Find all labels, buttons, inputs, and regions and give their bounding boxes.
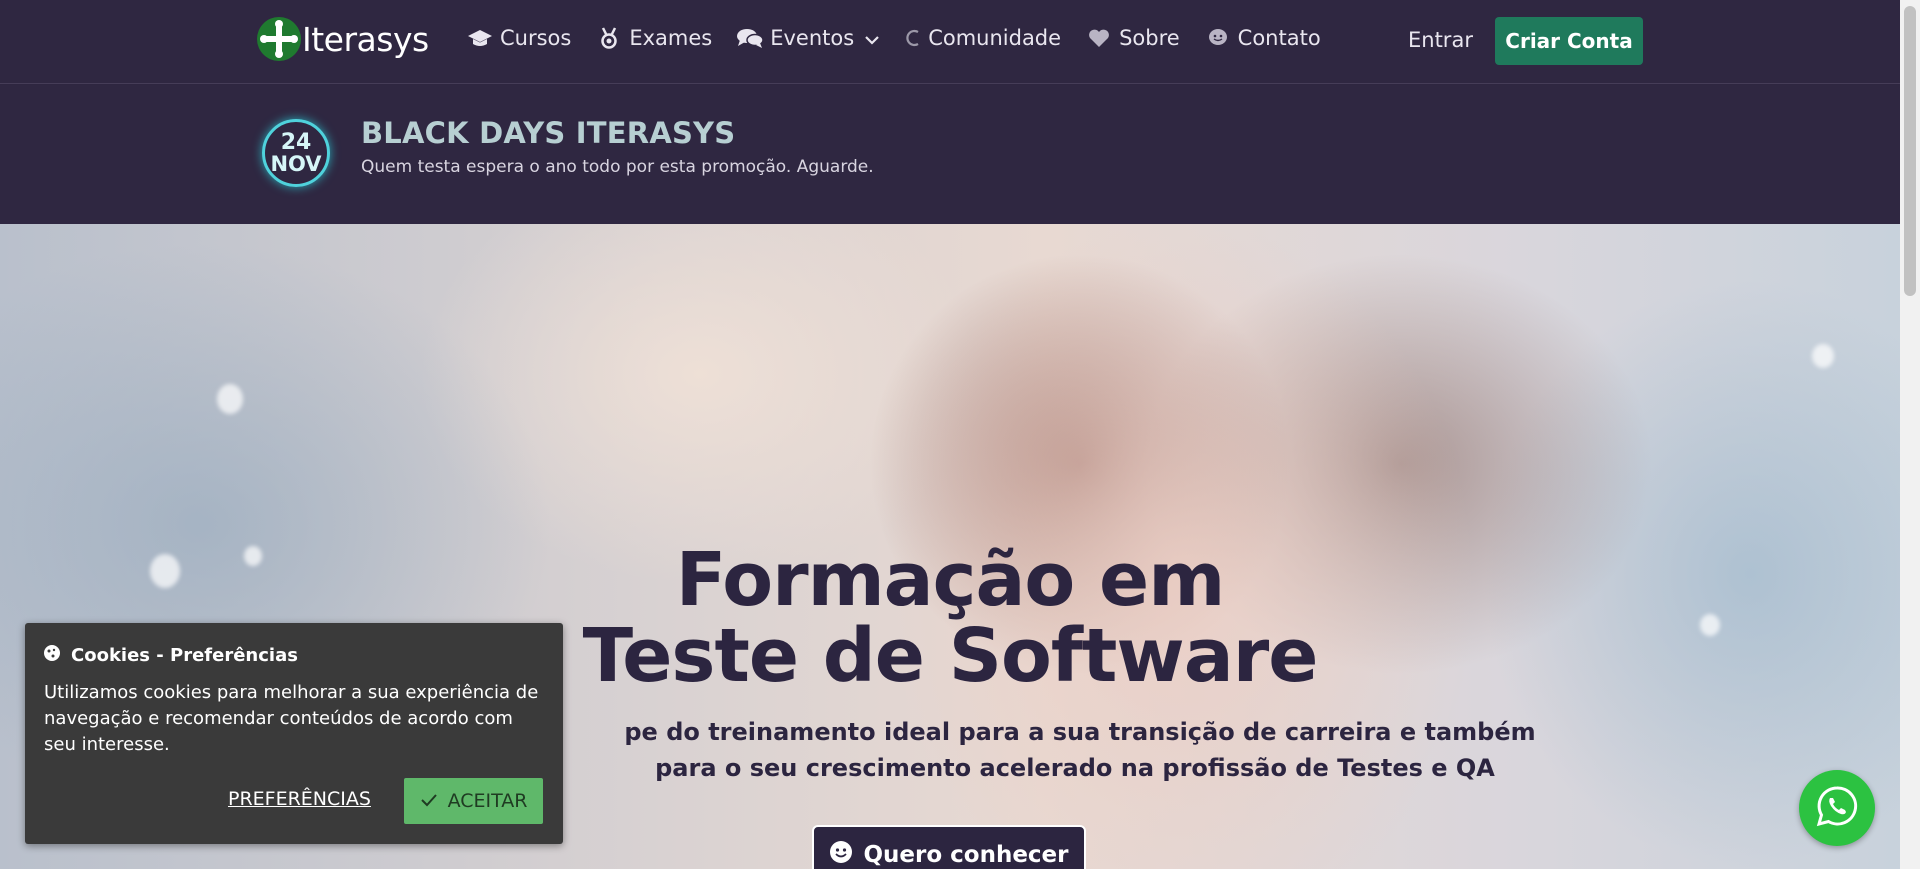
- top-navbar: Iterasys Cursos Exames Eventos Comunidad…: [0, 0, 1900, 84]
- heart-icon: [1085, 27, 1113, 49]
- menu-item-eventos[interactable]: Eventos: [736, 26, 880, 50]
- whatsapp-icon: [1815, 784, 1859, 832]
- menu-label: Eventos: [770, 26, 855, 50]
- promo-subtitle: Quem testa espera o ano todo por esta pr…: [361, 157, 874, 177]
- menu-item-comunidade[interactable]: Comunidade: [904, 26, 1061, 50]
- cookie-icon: [43, 644, 61, 667]
- cookie-header: Cookies - Preferências: [43, 644, 298, 667]
- page-scrollbar[interactable]: [1900, 0, 1920, 869]
- menu-label: Sobre: [1119, 26, 1180, 50]
- logo-cross-icon: [257, 17, 301, 61]
- menu-item-sobre[interactable]: Sobre: [1085, 26, 1180, 50]
- graduation-cap-icon: [466, 27, 494, 49]
- date-badge: 24 NOV: [262, 119, 330, 187]
- logo[interactable]: Iterasys: [257, 17, 429, 61]
- cookie-banner: Cookies - Preferências Utilizamos cookie…: [25, 623, 563, 844]
- cookie-preferences-link[interactable]: PREFERÊNCIAS: [228, 788, 371, 810]
- main-menu: Cursos Exames Eventos Comunidade Sobre C…: [466, 26, 1345, 50]
- chat-bubbles-icon: [736, 27, 764, 49]
- cta-label: Quero conhecer: [863, 842, 1069, 868]
- whatsapp-button[interactable]: [1799, 770, 1875, 846]
- accept-label: ACEITAR: [447, 790, 528, 812]
- hero-title-line: Formação em: [675, 537, 1226, 623]
- smile-bubble-icon: [1204, 27, 1232, 49]
- menu-label: Exames: [629, 26, 713, 50]
- cookie-text: Utilizamos cookies para melhorar a sua e…: [44, 682, 539, 755]
- badge-month: NOV: [270, 151, 322, 176]
- menu-label: Cursos: [500, 26, 572, 50]
- login-link[interactable]: Entrar: [1408, 28, 1473, 52]
- chevron-down-icon: [864, 26, 880, 50]
- check-icon: [420, 790, 438, 812]
- cta-button[interactable]: Quero conhecer: [812, 825, 1086, 869]
- menu-item-contato[interactable]: Contato: [1204, 26, 1321, 50]
- badge-day: 24: [280, 129, 312, 155]
- scrollbar-thumb[interactable]: [1904, 6, 1916, 296]
- promo-banner: 24 NOV BLACK DAYS ITERASYS Quem testa es…: [0, 85, 1900, 224]
- signup-button[interactable]: Criar Conta: [1495, 17, 1643, 65]
- menu-item-exames[interactable]: Exames: [595, 26, 712, 50]
- menu-item-cursos[interactable]: Cursos: [466, 26, 571, 50]
- smile-icon: [829, 840, 853, 869]
- menu-label: Contato: [1237, 26, 1321, 50]
- loading-arc-icon: [904, 27, 922, 49]
- cookie-accept-button[interactable]: ACEITAR: [404, 778, 543, 824]
- bokeh-light: [217, 384, 243, 414]
- promo-title: BLACK DAYS ITERASYS: [361, 116, 736, 150]
- brand-name: Iterasys: [302, 19, 429, 59]
- cookie-title: Cookies - Preferências: [71, 645, 298, 666]
- medal-icon: [595, 27, 623, 49]
- menu-label: Comunidade: [928, 26, 1062, 50]
- bokeh-light: [1812, 344, 1834, 368]
